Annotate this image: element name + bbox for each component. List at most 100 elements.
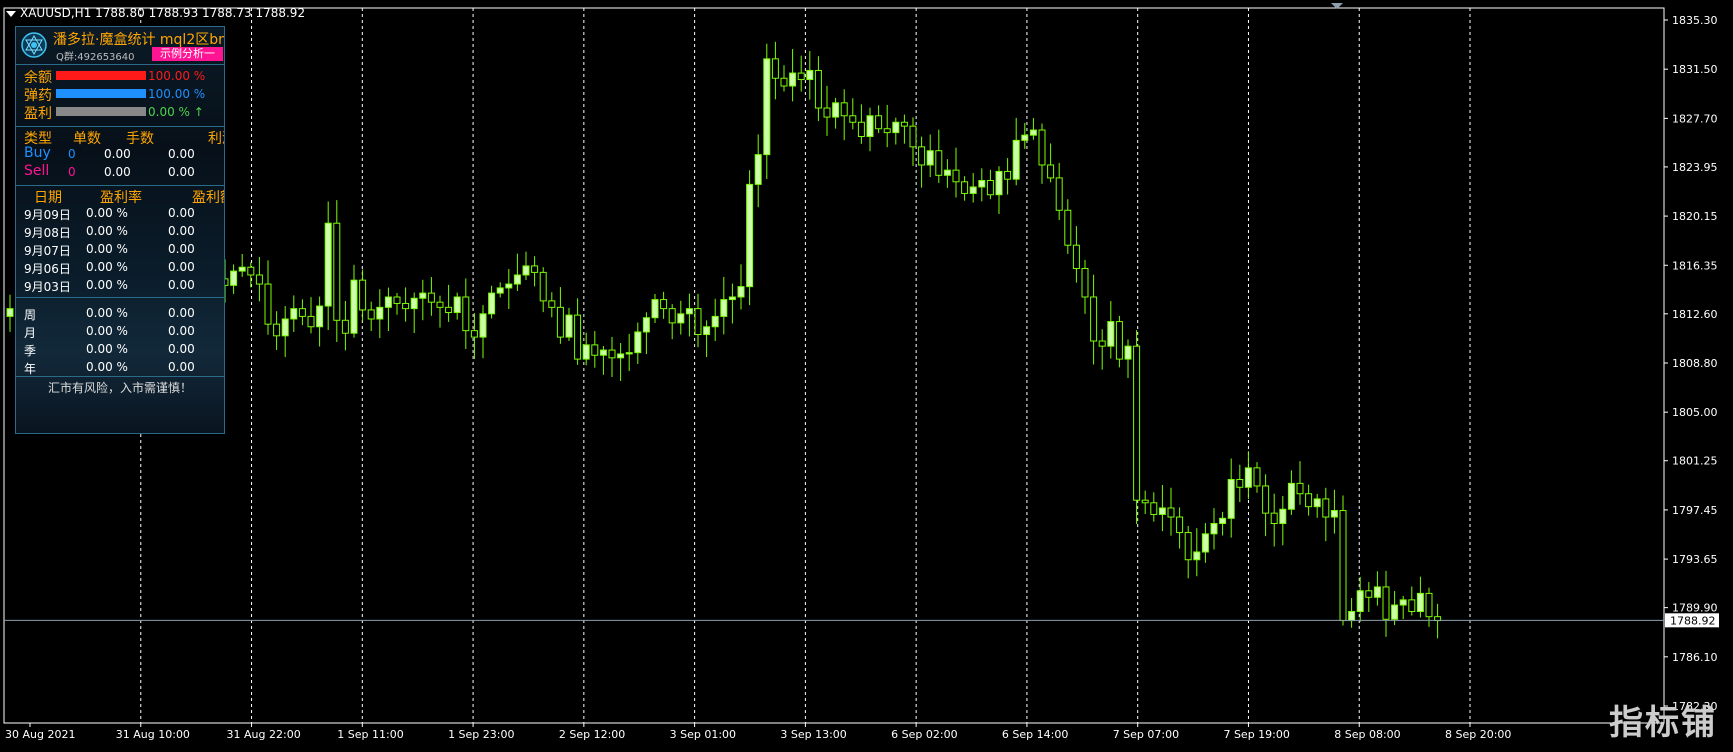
- candle-body: [651, 299, 659, 319]
- candle-body: [556, 306, 564, 338]
- period-rate: 0.00 %: [86, 306, 128, 320]
- candle-body: [281, 318, 289, 337]
- period-label: 月: [24, 326, 37, 340]
- candle-body: [642, 317, 650, 333]
- period-label: 周: [24, 308, 37, 322]
- candle-body: [350, 279, 358, 334]
- daily-amount: 0.00: [168, 224, 195, 238]
- candle-body: [961, 181, 969, 194]
- caret-down-icon[interactable]: [6, 10, 16, 17]
- current-price-tag-text: 1788.92: [1670, 614, 1716, 627]
- candle-body: [625, 352, 633, 355]
- order-type: Sell: [24, 163, 50, 179]
- order-profit: 0.00: [168, 147, 195, 161]
- candle-body: [952, 169, 960, 183]
- candle-body: [694, 308, 702, 336]
- candle-body: [1115, 321, 1123, 360]
- time-axis: 30 Aug 2021 31 Aug 10:00 31 Aug 22:00 1 Sep…: [5, 723, 1511, 741]
- candle-body: [728, 296, 736, 301]
- candle-body: [574, 314, 582, 360]
- candle-body: [823, 107, 831, 118]
- candle-body: [496, 287, 504, 294]
- order-count: 0: [68, 147, 76, 161]
- daily-date: 9月03日: [24, 280, 71, 294]
- candle-body: [1124, 345, 1132, 360]
- candle-body: [470, 330, 478, 338]
- candle-body: [238, 266, 246, 272]
- price-tick-label: 1797.45: [1672, 504, 1718, 517]
- candle-body: [1296, 482, 1304, 495]
- price-axis: 1835.30 1831.50 1827.70 1823.95 1820.15 1816.…: [1664, 14, 1718, 713]
- candle-body: [531, 265, 539, 273]
- period-rate: 0.00 %: [86, 324, 128, 338]
- order-type: Buy: [24, 145, 51, 161]
- order-lots: 0.00: [104, 165, 131, 179]
- order-profit: 0.00: [168, 165, 195, 179]
- candle-body: [617, 353, 625, 359]
- analysis-button[interactable]: 示例分析一: [152, 47, 223, 61]
- candle-body: [780, 77, 788, 87]
- daily-date: 9月07日: [24, 244, 71, 258]
- candle-body: [591, 344, 599, 356]
- candle-body: [290, 308, 298, 320]
- time-tick-label: 6 Sep 14:00: [1002, 728, 1068, 741]
- candle-body: [883, 128, 891, 134]
- candle-body: [1176, 516, 1184, 534]
- candle-body: [995, 170, 1003, 196]
- price-tick-label: 1827.70: [1672, 112, 1718, 125]
- daily-rate: 0.00 %: [86, 224, 128, 238]
- daily-date: 9月09日: [24, 208, 71, 222]
- candle-body: [1072, 244, 1080, 270]
- candle-body: [402, 302, 410, 310]
- candle-body: [247, 266, 255, 276]
- candle-body: [393, 296, 401, 304]
- candle-body: [539, 271, 547, 302]
- price-tick-label: 1808.80: [1672, 357, 1718, 370]
- stats-panel: 潘多拉·魔盒统计 mql2区bm Q群:492653640 示例分析一 余额 10…: [15, 26, 225, 434]
- order-count: 0: [68, 165, 76, 179]
- candle-body: [1081, 268, 1089, 298]
- candle-body: [1391, 604, 1399, 620]
- time-tick-label: 6 Sep 02:00: [891, 728, 957, 741]
- candle-body: [754, 154, 762, 185]
- candle-body: [832, 102, 840, 118]
- candle-body: [1133, 345, 1141, 501]
- candle-body: [1090, 296, 1098, 342]
- time-tick-label: 1 Sep 11:00: [337, 728, 403, 741]
- footer-section: [16, 376, 224, 377]
- symbol-info-text: XAUUSD,H1 1788.80 1788.93 1788.73 1788.9…: [20, 6, 306, 20]
- candle-body: [1004, 170, 1012, 180]
- candle-body: [1425, 592, 1433, 618]
- candle-body: [1201, 533, 1209, 553]
- price-tick-label: 1786.10: [1672, 651, 1718, 664]
- candle-body: [1322, 498, 1330, 518]
- candle-body: [866, 115, 874, 137]
- price-tick-label: 1835.30: [1672, 14, 1718, 27]
- candle-body: [324, 222, 332, 307]
- candle-body: [1279, 508, 1287, 524]
- candle-body: [935, 150, 943, 176]
- daily-date: 9月08日: [24, 226, 71, 240]
- candle-body: [419, 292, 427, 299]
- candle-body: [986, 179, 994, 196]
- price-chart[interactable]: 1835.30 1831.50 1827.70 1823.95 1820.15 1816.…: [0, 0, 1733, 752]
- candle-body: [376, 306, 384, 320]
- candle-body: [918, 146, 926, 166]
- hexagram-logo-icon: [21, 32, 47, 58]
- daily-header-cell: 盈利额: [192, 190, 224, 206]
- candle-body: [410, 297, 418, 310]
- candle-body: [1150, 502, 1158, 515]
- candle-body: [427, 292, 435, 303]
- daily-header-cell: 盈利率: [100, 190, 142, 206]
- candle-body: [1012, 139, 1020, 180]
- bar-label: 弹药: [24, 88, 52, 104]
- candle-body: [1236, 478, 1244, 488]
- candle-body: [255, 274, 263, 285]
- candle-body: [875, 115, 883, 130]
- time-tick-label: 1 Sep 23:00: [448, 728, 514, 741]
- price-tick-label: 1789.90: [1672, 602, 1718, 615]
- time-tick-label: 2 Sep 12:00: [559, 728, 625, 741]
- candle-body: [264, 283, 272, 325]
- candle-body: [771, 58, 779, 79]
- time-tick-label: 31 Aug 22:00: [227, 728, 301, 741]
